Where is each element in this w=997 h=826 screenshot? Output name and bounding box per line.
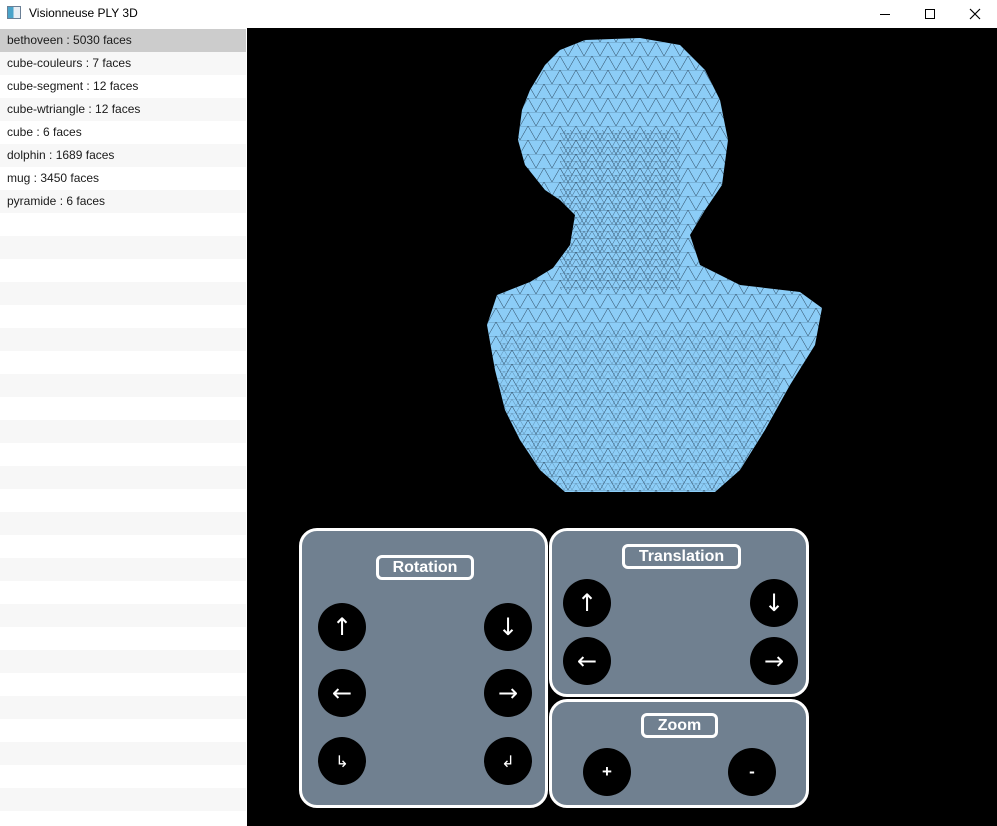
empty-row	[0, 650, 246, 673]
empty-row	[0, 443, 246, 466]
minimize-button[interactable]	[862, 0, 908, 28]
empty-row	[0, 259, 246, 282]
empty-row	[0, 788, 246, 811]
rotate-left-button[interactable]: ←	[318, 669, 366, 717]
list-item[interactable]: cube-couleurs : 7 faces	[0, 52, 246, 75]
translate-right-button[interactable]: →	[750, 637, 798, 685]
translate-up-button[interactable]: ↑	[563, 579, 611, 627]
empty-row	[0, 305, 246, 328]
translation-panel: Translation ↑ ↓ ← →	[549, 528, 809, 697]
empty-row	[0, 328, 246, 351]
empty-row	[0, 673, 246, 696]
rotate-right-button[interactable]: →	[484, 669, 532, 717]
zoom-in-button[interactable]: +	[583, 748, 631, 796]
translation-title: Translation	[622, 544, 741, 569]
maximize-icon	[925, 9, 935, 19]
translate-left-button[interactable]: ←	[563, 637, 611, 685]
empty-row	[0, 512, 246, 535]
empty-row	[0, 374, 246, 397]
empty-row	[0, 351, 246, 374]
list-item[interactable]: mug : 3450 faces	[0, 167, 246, 190]
empty-row	[0, 535, 246, 558]
empty-row	[0, 811, 246, 826]
minimize-icon	[880, 14, 890, 15]
rotate-counterclockwise-button[interactable]: ↲	[484, 737, 532, 785]
empty-row	[0, 213, 246, 236]
zoom-panel: Zoom + -	[549, 699, 809, 808]
empty-row	[0, 742, 246, 765]
empty-row	[0, 558, 246, 581]
rotate-up-button[interactable]: ↑	[318, 603, 366, 651]
empty-row	[0, 765, 246, 788]
empty-row	[0, 282, 246, 305]
empty-row	[0, 719, 246, 742]
translate-down-button[interactable]: ↓	[750, 579, 798, 627]
empty-row	[0, 466, 246, 489]
close-icon	[969, 8, 981, 20]
list-item[interactable]: bethoveen : 5030 faces	[0, 29, 246, 52]
empty-row	[0, 696, 246, 719]
empty-row	[0, 627, 246, 650]
app-icon	[7, 6, 21, 19]
empty-row	[0, 604, 246, 627]
empty-row	[0, 420, 246, 443]
list-item[interactable]: cube : 6 faces	[0, 121, 246, 144]
list-item[interactable]: cube-segment : 12 faces	[0, 75, 246, 98]
list-item[interactable]: cube-wtriangle : 12 faces	[0, 98, 246, 121]
maximize-button[interactable]	[907, 0, 953, 28]
window-title: Visionneuse PLY 3D	[29, 6, 138, 20]
zoom-title: Zoom	[641, 713, 718, 738]
empty-row	[0, 236, 246, 259]
close-button[interactable]	[952, 0, 997, 28]
rotate-clockwise-button[interactable]: ↳	[318, 737, 366, 785]
empty-row	[0, 489, 246, 512]
list-item[interactable]: pyramide : 6 faces	[0, 190, 246, 213]
empty-row	[0, 581, 246, 604]
empty-row	[0, 397, 246, 420]
rotate-down-button[interactable]: ↓	[484, 603, 532, 651]
title-bar: Visionneuse PLY 3D	[0, 0, 997, 28]
model-list: bethoveen : 5030 faces cube-couleurs : 7…	[0, 29, 246, 826]
zoom-out-button[interactable]: -	[728, 748, 776, 796]
list-item[interactable]: dolphin : 1689 faces	[0, 144, 246, 167]
rotation-panel: Rotation ↑ ↓ ← → ↳ ↲	[299, 528, 548, 808]
rotation-title: Rotation	[376, 555, 474, 580]
